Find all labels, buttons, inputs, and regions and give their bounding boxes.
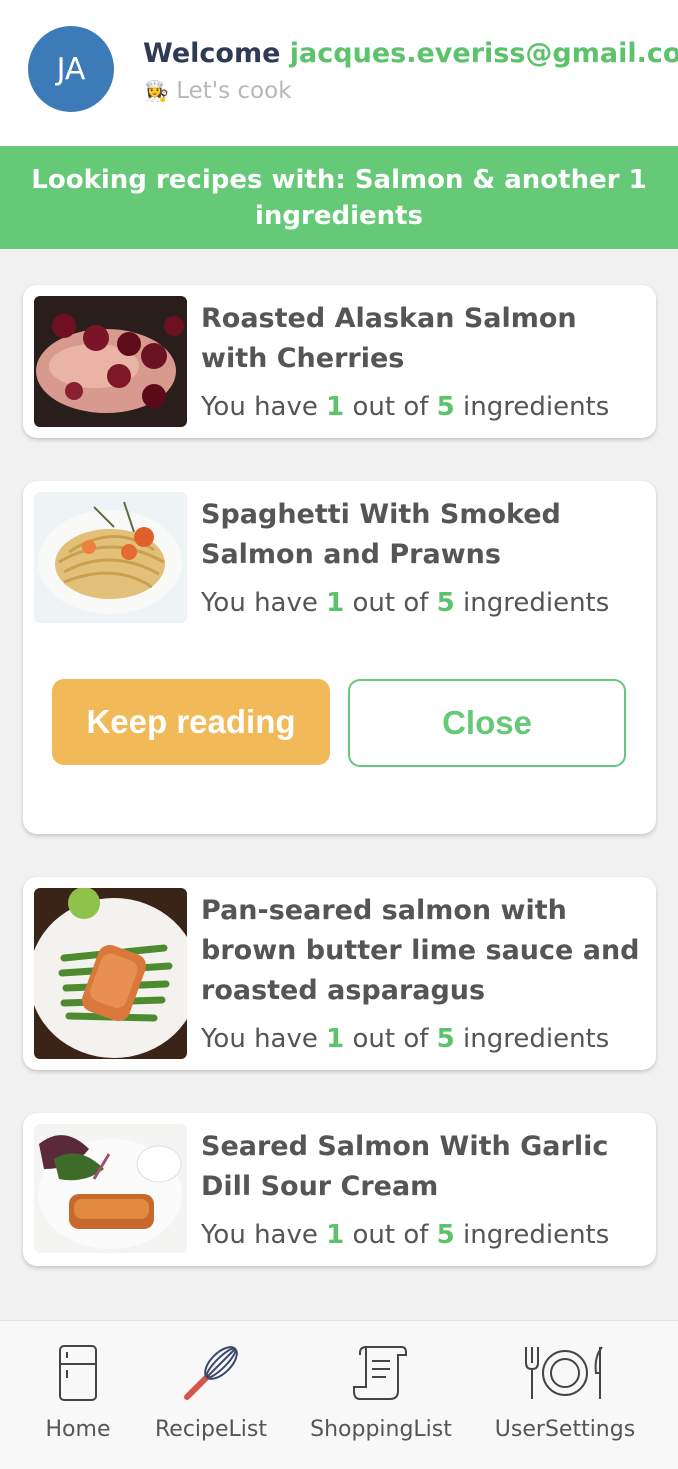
recipe-image [34,296,187,427]
tab-shoppinglist[interactable]: ShoppingList [305,1321,457,1469]
recipe-card[interactable]: Roasted Alaskan Salmon with Cherries You… [23,285,656,438]
subtitle: 👩‍🍳 Let's cook [144,78,292,104]
ingredient-count: You have 1 out of 5 ingredients [201,1024,610,1054]
avatar[interactable]: JA [28,26,114,112]
fridge-icon [58,1343,98,1403]
ingredient-count: You have 1 out of 5 ingredients [201,588,610,618]
user-email: jacques.everiss@gmail.com [289,38,678,69]
tab-label: ShoppingList [310,1417,452,1442]
receipt-icon [352,1343,410,1403]
whisk-icon [181,1343,241,1403]
tab-recipelist[interactable]: RecipeList [150,1321,272,1469]
bottom-tab-bar: Home RecipeList ShoppingList UserSetting… [0,1320,678,1469]
ingredient-count: You have 1 out of 5 ingredients [201,1220,610,1250]
welcome-text: Welcome jacques.everiss@gmail.com [143,38,678,69]
recipe-card-expanded[interactable]: Spaghetti With Smoked Salmon and Prawns … [23,481,656,834]
banner-text: Looking recipes with: Salmon & another 1… [31,164,647,231]
tab-label: RecipeList [155,1417,267,1442]
ingredient-count: You have 1 out of 5 ingredients [201,392,610,422]
recipe-image [34,1124,187,1253]
recipe-title: Spaghetti With Smoked Salmon and Prawns [201,499,561,570]
search-banner: Looking recipes with: Salmon & another 1… [0,146,678,249]
recipe-title: Roasted Alaskan Salmon with Cherries [201,303,577,374]
recipe-card[interactable]: Seared Salmon With Garlic Dill Sour Crea… [23,1113,656,1266]
welcome-label: Welcome [143,38,281,69]
subtitle-text: Let's cook [176,78,292,104]
recipe-image [34,888,187,1059]
plate-cutlery-icon [522,1343,608,1403]
tab-home[interactable]: Home [28,1321,128,1469]
close-button[interactable]: Close [348,679,626,767]
tab-label: UserSettings [494,1417,636,1442]
tab-usersettings[interactable]: UserSettings [490,1321,640,1469]
tab-label: Home [45,1417,111,1442]
keep-reading-button[interactable]: Keep reading [52,679,330,765]
recipe-image [34,492,187,623]
chef-icon: 👩‍🍳 [144,79,169,103]
recipe-title: Seared Salmon With Garlic Dill Sour Crea… [201,1131,609,1202]
user-header: JA Welcome jacques.everiss@gmail.com 👩‍🍳… [0,0,678,146]
recipe-card[interactable]: Pan-seared salmon with brown butter lime… [23,877,656,1070]
recipe-title: Pan-seared salmon with brown butter lime… [201,895,640,1006]
